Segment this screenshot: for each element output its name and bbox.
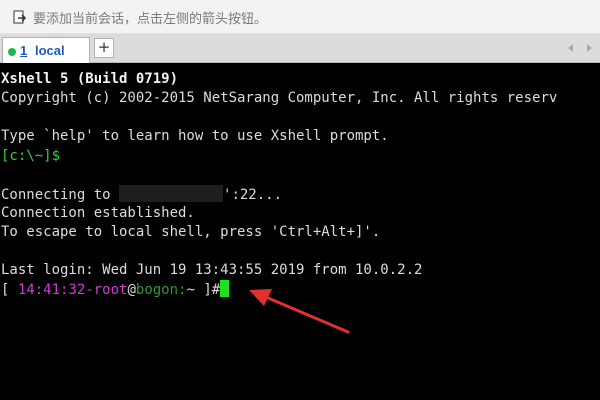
connecting-suffix: ':22... (223, 187, 283, 203)
annotation-arrow-icon (249, 289, 350, 334)
prompt-at: @ (127, 282, 136, 298)
banner-title: Xshell 5 (Build 0719) (1, 71, 179, 87)
redacted-host (119, 185, 224, 202)
connection-established-line: Connection established. (1, 205, 195, 221)
scroll-left-icon[interactable] (568, 44, 573, 52)
help-hint-line: Type `help' to learn how to use Xshell p… (1, 128, 389, 144)
prompt-open-bracket: [ (1, 282, 18, 298)
connecting-line: Connecting to ':22... (1, 185, 282, 204)
prompt-user: root (93, 282, 128, 298)
prompt-symbol: # (211, 282, 221, 298)
tab-label: local (35, 43, 65, 58)
tab-local[interactable]: 1 local (2, 37, 90, 63)
last-login-line: Last login: Wed Jun 19 13:43:55 2019 fro… (1, 262, 423, 278)
xshell-window: 要添加当前会话，点击左侧的箭头按钮。 1 local + Xshell 5 (B… (0, 0, 600, 400)
connection-status-icon (8, 48, 16, 56)
session-hint-text: 要添加当前会话，点击左侧的箭头按钮。 (33, 12, 268, 27)
remote-prompt: [ 14:41:32-root@bogon:~ ]# (1, 280, 230, 299)
terminal-cursor[interactable] (220, 280, 230, 297)
session-tab-bar: 1 local + (0, 34, 600, 63)
session-hint-bar: 要添加当前会话，点击左侧的箭头按钮。 (0, 0, 600, 34)
new-tab-button[interactable]: + (94, 38, 114, 58)
local-prompt: [c:\~]$ (1, 148, 61, 164)
prompt-close-bracket: ] (203, 282, 212, 298)
escape-hint-line: To escape to local shell, press 'Ctrl+Al… (1, 224, 381, 240)
prompt-path: ~ (186, 282, 204, 298)
prompt-host: bogon: (135, 282, 187, 298)
prompt-dash: - (85, 282, 94, 298)
copyright-line: Copyright (c) 2002-2015 NetSarang Comput… (1, 90, 558, 106)
tab-number: 1 (20, 43, 28, 58)
prompt-time: 14:41:32 (17, 282, 86, 298)
tab-scroll-arrows (568, 44, 592, 52)
connecting-prefix: Connecting to (1, 187, 120, 203)
terminal-output[interactable]: Xshell 5 (Build 0719) Copyright (c) 2002… (0, 63, 600, 400)
scroll-right-icon[interactable] (587, 44, 592, 52)
session-arrow-icon[interactable] (12, 9, 28, 25)
